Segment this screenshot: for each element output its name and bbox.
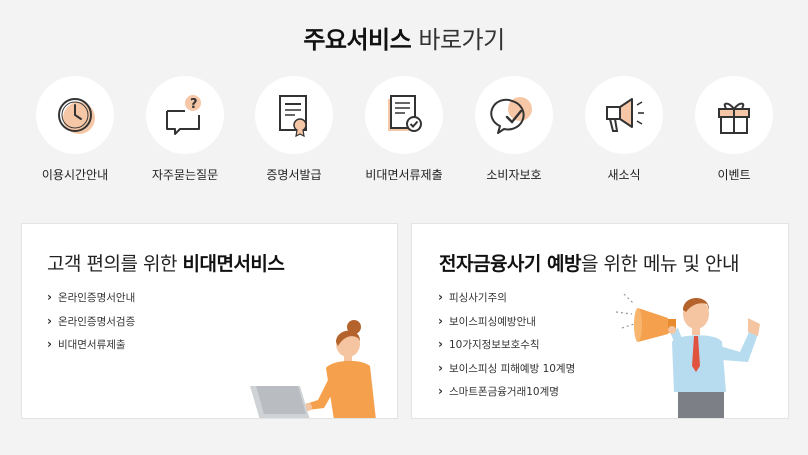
certificate-icon <box>279 95 307 138</box>
fraud-link-list: 피싱사기주의 보이스피싱예방안내 10가지정보보호수칙 보이스피싱 피해예방 1… <box>438 290 575 408</box>
contactless-card-title-bold: 비대면서비스 <box>182 253 285 275</box>
protection-chat-icon <box>490 97 532 134</box>
service-hours-label: 이용시간안내 <box>41 168 109 182</box>
service-event-circle <box>695 76 773 154</box>
man-megaphone-illustration <box>615 293 760 418</box>
title-light: 바로가기 <box>418 26 505 54</box>
service-news[interactable]: 새소식 <box>574 76 674 183</box>
link-voice-phishing-10-rules[interactable]: 보이스피싱 피해예방 10계명 <box>438 361 575 385</box>
service-document-submit[interactable]: 비대면서류제출 <box>354 76 454 183</box>
link-voice-phishing-prevention[interactable]: 보이스피싱예방안내 <box>438 314 575 338</box>
document-check-icon <box>388 95 422 132</box>
link-contactless-document-submit[interactable]: 비대면서류제출 <box>47 337 135 361</box>
service-news-label: 새소식 <box>607 168 641 182</box>
woman-laptop-illustration <box>250 320 376 418</box>
service-event[interactable]: 이벤트 <box>684 76 784 183</box>
fraud-card-title-suffix: 을 위한 메뉴 및 안내 <box>580 253 740 275</box>
link-smartphone-banking-10-rules[interactable]: 스마트폰금융거래10계명 <box>438 384 575 408</box>
contactless-card-title: 고객 편의를 위한 비대면서비스 <box>47 249 285 276</box>
title-bold: 주요서비스 <box>303 26 412 54</box>
service-faq-label: 자주묻는질문 <box>151 168 219 182</box>
megaphone-icon <box>606 98 644 132</box>
link-phishing-warning[interactable]: 피싱사기주의 <box>438 290 575 314</box>
service-faq[interactable]: ? 자주묻는질문 <box>135 76 235 183</box>
fraud-card-title-bold: 전자금융사기 예방 <box>439 253 581 275</box>
service-hours-circle <box>36 76 114 154</box>
gift-icon <box>718 102 750 134</box>
question-bubble-icon: ? <box>166 95 201 135</box>
service-event-label: 이벤트 <box>717 168 751 182</box>
fraud-card-title: 전자금융사기 예방을 위한 메뉴 및 안내 <box>439 249 739 276</box>
clock-icon <box>58 98 95 134</box>
service-document-submit-circle <box>365 76 443 154</box>
contactless-link-list: 온라인증명서안내 온라인증명서검증 비대면서류제출 <box>47 290 135 361</box>
service-news-circle <box>585 76 663 154</box>
service-certificate[interactable]: 증명서발급 <box>244 76 344 183</box>
link-security-rules[interactable]: 10가지정보보호수칙 <box>438 337 575 361</box>
service-certificate-circle <box>255 76 333 154</box>
link-online-certificate-guide[interactable]: 온라인증명서안내 <box>47 290 135 314</box>
service-certificate-label: 증명서발급 <box>266 168 322 182</box>
service-faq-circle: ? <box>146 76 224 154</box>
service-document-submit-label: 비대면서류제출 <box>365 168 443 182</box>
section-title: 주요서비스 바로가기 <box>0 20 808 55</box>
service-consumer-protection-circle <box>475 76 553 154</box>
contactless-card-title-prefix: 고객 편의를 위한 <box>47 253 177 275</box>
service-consumer-protection-label: 소비자보호 <box>486 168 542 182</box>
main-services: 이용시간안내 ? 자주묻는질문 증명서발급 비대면서류제출 소비자보호 새소식 … <box>22 76 792 186</box>
service-consumer-protection[interactable]: 소비자보호 <box>464 76 564 183</box>
link-online-certificate-verify[interactable]: 온라인증명서검증 <box>47 314 135 338</box>
svg-text:?: ? <box>190 97 198 112</box>
fraud-prevention-card: 전자금융사기 예방을 위한 메뉴 및 안내 피싱사기주의 보이스피싱예방안내 1… <box>411 223 789 419</box>
contactless-service-card: 고객 편의를 위한 비대면서비스 온라인증명서안내 온라인증명서검증 비대면서류… <box>21 223 398 419</box>
service-hours[interactable]: 이용시간안내 <box>25 76 125 183</box>
